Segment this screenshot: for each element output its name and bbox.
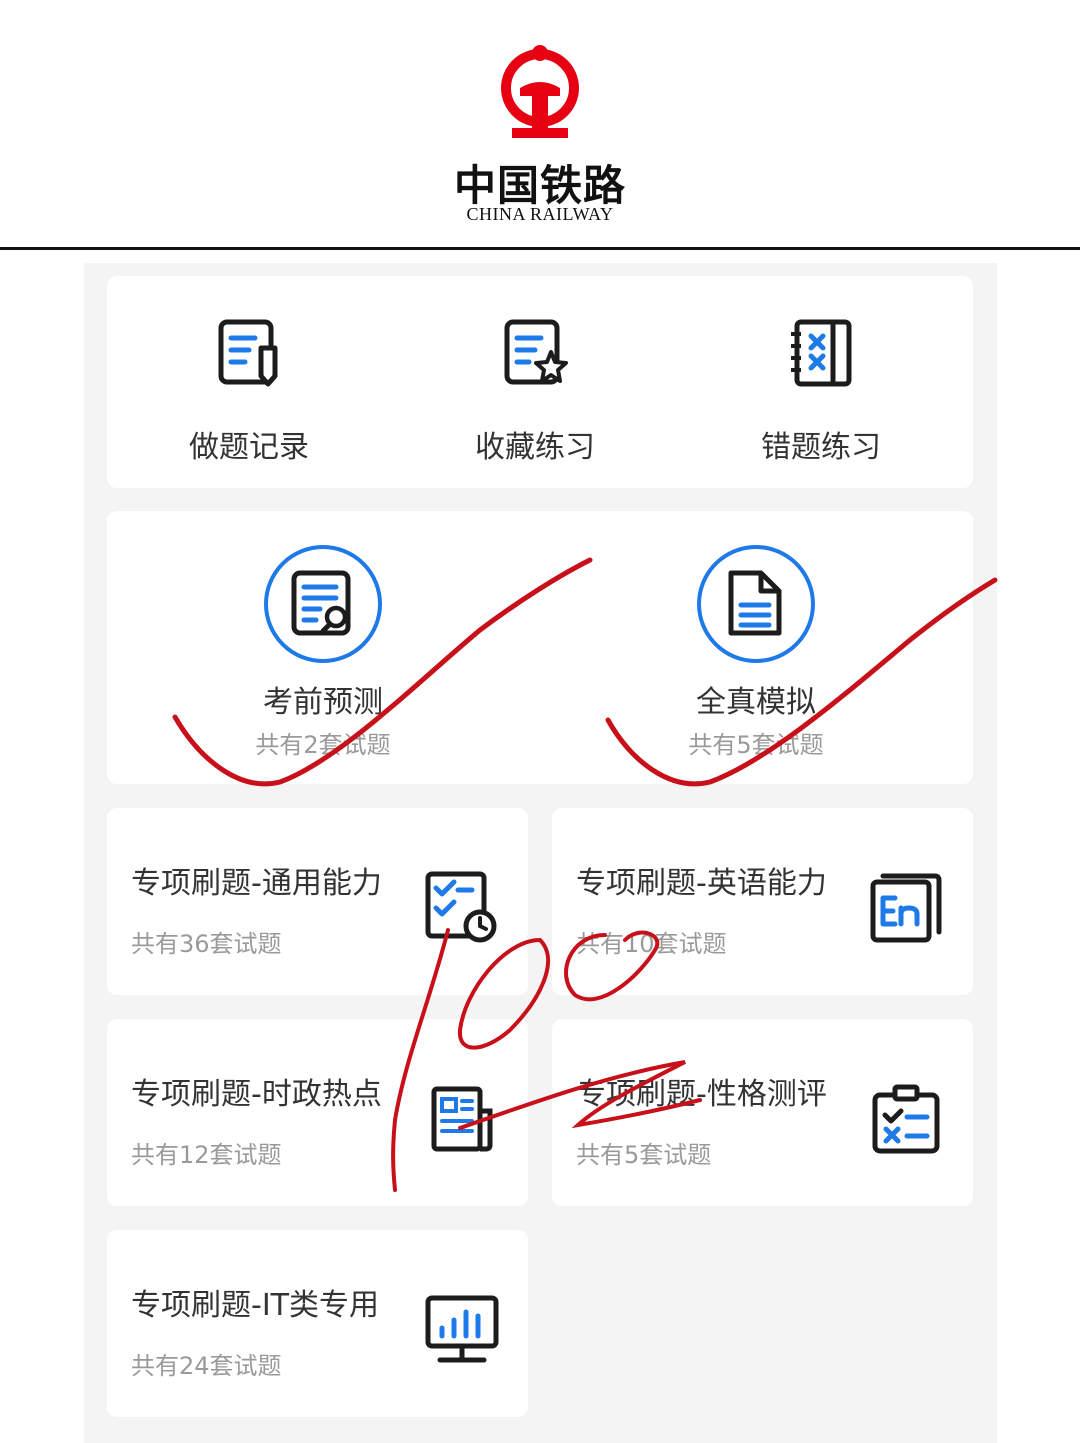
wrong-notebook-x-icon [791, 319, 852, 387]
english-en-icon [870, 873, 942, 943]
china-railway-logo-icon [501, 45, 579, 138]
quick-actions-card: 做题记录 收藏练习 错题练习 [107, 276, 973, 488]
quick-action-favorites[interactable]: 收藏练习 [425, 318, 645, 468]
checklist-clock-icon [425, 871, 497, 943]
monitor-chart-icon [425, 1295, 499, 1363]
header: 中国铁路 CHINA RAILWAY [0, 0, 1080, 250]
clipboard-check-icon [872, 1084, 940, 1154]
topic-title: 专项刷题-时政热点 [131, 1077, 382, 1112]
topic-title: 专项刷题-性格测评 [576, 1077, 827, 1112]
document-search-icon [291, 570, 351, 636]
topic-subtitle: 共有36套试题 [131, 930, 282, 958]
quick-action-label: 做题记录 [189, 430, 309, 465]
quick-action-label: 收藏练习 [475, 430, 595, 465]
featured-title: 考前预测 [263, 685, 383, 720]
quick-action-wrong-questions[interactable]: 错题练习 [711, 318, 931, 468]
featured-title: 全真模拟 [696, 685, 816, 720]
topic-it-specific[interactable]: 专项刷题-IT类专用 共有24套试题 [107, 1230, 528, 1417]
featured-exams-card: 考前预测 共有2套试题 全真模拟 共有5套试题 [107, 511, 973, 784]
topic-title: 专项刷题-IT类专用 [131, 1288, 379, 1323]
topic-subtitle: 共有24套试题 [131, 1352, 282, 1380]
document-icon [728, 570, 782, 636]
featured-icon-circle [697, 545, 815, 663]
topic-personality-test[interactable]: 专项刷题-性格测评 共有5套试题 [552, 1019, 973, 1206]
quick-action-label: 错题练习 [761, 430, 881, 465]
topic-subtitle: 共有10套试题 [576, 930, 727, 958]
record-list-pencil-icon [218, 319, 278, 387]
quick-action-record[interactable]: 做题记录 [139, 318, 359, 468]
topic-english-ability[interactable]: 专项刷题-英语能力 共有10套试题 [552, 808, 973, 995]
featured-subtitle: 共有2套试题 [255, 731, 391, 759]
newspaper-icon [431, 1086, 493, 1152]
topic-current-affairs[interactable]: 专项刷题-时政热点 共有12套试题 [107, 1019, 528, 1206]
topic-title: 专项刷题-通用能力 [131, 866, 382, 901]
topic-general-ability[interactable]: 专项刷题-通用能力 共有36套试题 [107, 808, 528, 995]
featured-icon-circle [264, 545, 382, 663]
main-content: 做题记录 收藏练习 错题练习 考前预测 共有2套试题 全真模拟 共有5套试题 专… [84, 263, 997, 1443]
favorite-list-star-icon [504, 319, 568, 385]
logo-english-text: CHINA RAILWAY [466, 204, 614, 224]
featured-exam-mock[interactable]: 全真模拟 共有5套试题 [606, 545, 906, 765]
featured-subtitle: 共有5套试题 [688, 731, 824, 759]
topic-title: 专项刷题-英语能力 [576, 866, 827, 901]
topic-subtitle: 共有12套试题 [131, 1141, 282, 1169]
topic-subtitle: 共有5套试题 [576, 1141, 712, 1169]
featured-exam-prediction[interactable]: 考前预测 共有2套试题 [173, 545, 473, 765]
